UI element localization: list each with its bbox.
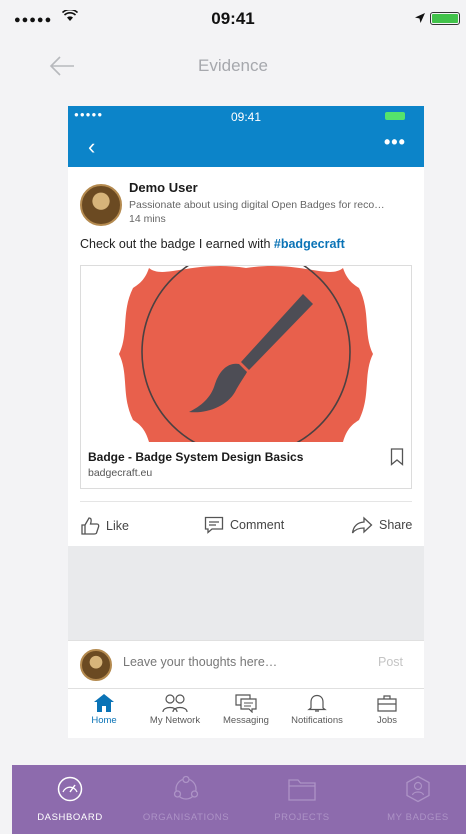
battery-icon bbox=[430, 12, 460, 25]
tab-my-network-label: My Network bbox=[149, 715, 201, 726]
comment-input[interactable]: Leave your thoughts here… bbox=[123, 655, 277, 669]
page-title: Evidence bbox=[198, 56, 268, 75]
post-actions: Like Comment Share bbox=[80, 501, 412, 547]
comment-composer: Leave your thoughts here… Post bbox=[68, 640, 424, 688]
folder-icon bbox=[288, 779, 316, 801]
network-icon bbox=[162, 694, 188, 713]
tab-messaging[interactable]: Messaging bbox=[211, 693, 281, 726]
tab-messaging-label: Messaging bbox=[223, 715, 269, 726]
chevron-left-icon[interactable]: ‹ bbox=[88, 134, 95, 160]
author-avatar[interactable] bbox=[80, 184, 122, 226]
more-options-icon[interactable]: ••• bbox=[384, 132, 406, 153]
dashboard-gauge-icon bbox=[57, 776, 83, 802]
hashtag-link[interactable]: #badgecraft bbox=[274, 237, 345, 251]
nav-projects[interactable]: PROJECTS bbox=[247, 775, 357, 823]
author-headline: Passionate about using digital Open Badg… bbox=[129, 199, 385, 211]
post-comment-button[interactable]: Post bbox=[378, 655, 403, 669]
badge-icon bbox=[406, 775, 430, 803]
tab-jobs-label: Jobs bbox=[376, 715, 398, 726]
badge-shape bbox=[119, 266, 373, 442]
share-icon bbox=[351, 516, 373, 534]
comment-label: Comment bbox=[230, 518, 285, 532]
tab-home-label: Home bbox=[91, 715, 117, 726]
briefcase-icon bbox=[377, 695, 397, 712]
tab-jobs[interactable]: Jobs bbox=[352, 693, 422, 726]
post-time: 14 mins bbox=[129, 213, 166, 225]
feed-background bbox=[68, 546, 424, 640]
nav-my-badges-label: MY BADGES bbox=[387, 812, 449, 823]
card-url: badgecraft.eu bbox=[88, 467, 153, 479]
share-label: Share bbox=[379, 518, 413, 532]
nav-projects-label: PROJECTS bbox=[274, 812, 330, 823]
status-bar: ●●●●● 09:41 bbox=[0, 0, 466, 40]
badge-image bbox=[81, 266, 411, 442]
like-button[interactable]: Like bbox=[80, 516, 129, 536]
comment-button[interactable]: Comment bbox=[204, 516, 284, 534]
nav-my-badges[interactable]: MY BADGES bbox=[363, 775, 466, 823]
evidence-tab-bar: Home My Network Messaging Notifications bbox=[68, 688, 424, 738]
share-button[interactable]: Share bbox=[351, 516, 412, 534]
tab-my-network[interactable]: My Network bbox=[140, 693, 210, 726]
location-icon bbox=[415, 13, 425, 23]
like-label: Like bbox=[106, 519, 129, 533]
comment-icon bbox=[204, 516, 224, 534]
home-icon bbox=[94, 694, 114, 712]
nav-organisations[interactable]: ORGANISATIONS bbox=[131, 775, 241, 823]
bookmark-icon[interactable] bbox=[390, 448, 404, 466]
viewer-avatar bbox=[80, 649, 112, 681]
organisations-icon bbox=[173, 775, 199, 800]
status-time: 09:41 bbox=[211, 9, 255, 28]
thumbs-up-icon bbox=[81, 517, 100, 535]
post-text-body: Check out the badge I earned with bbox=[80, 237, 274, 251]
bottom-nav: DASHBOARD ORGANISATIONS PROJECTS MY BADG… bbox=[12, 765, 466, 834]
bell-icon bbox=[307, 694, 327, 712]
card-title: Badge - Badge System Design Basics bbox=[88, 450, 304, 464]
messaging-icon bbox=[235, 694, 257, 713]
nav-dashboard-label: DASHBOARD bbox=[37, 812, 103, 823]
tab-notifications[interactable]: Notifications bbox=[282, 693, 352, 726]
nav-dashboard[interactable]: DASHBOARD bbox=[15, 775, 125, 823]
evidence-battery-icon bbox=[385, 112, 405, 120]
evidence-app-bar: ●●●●● 09:41 ‹ ••• bbox=[68, 106, 424, 167]
nav-organisations-label: ORGANISATIONS bbox=[142, 812, 230, 823]
app-header: Evidence bbox=[0, 44, 466, 90]
evidence-screenshot: ●●●●● 09:41 ‹ ••• Demo User Passionate a… bbox=[68, 106, 424, 738]
post-text: Check out the badge I earned with #badge… bbox=[80, 237, 345, 251]
post-author[interactable]: Demo User bbox=[129, 180, 198, 195]
evidence-status-time: 09:41 bbox=[230, 110, 262, 124]
tab-notifications-label: Notifications bbox=[291, 715, 343, 726]
tab-home[interactable]: Home bbox=[69, 693, 139, 726]
shared-badge-card[interactable]: Badge - Badge System Design Basics badge… bbox=[80, 265, 412, 489]
